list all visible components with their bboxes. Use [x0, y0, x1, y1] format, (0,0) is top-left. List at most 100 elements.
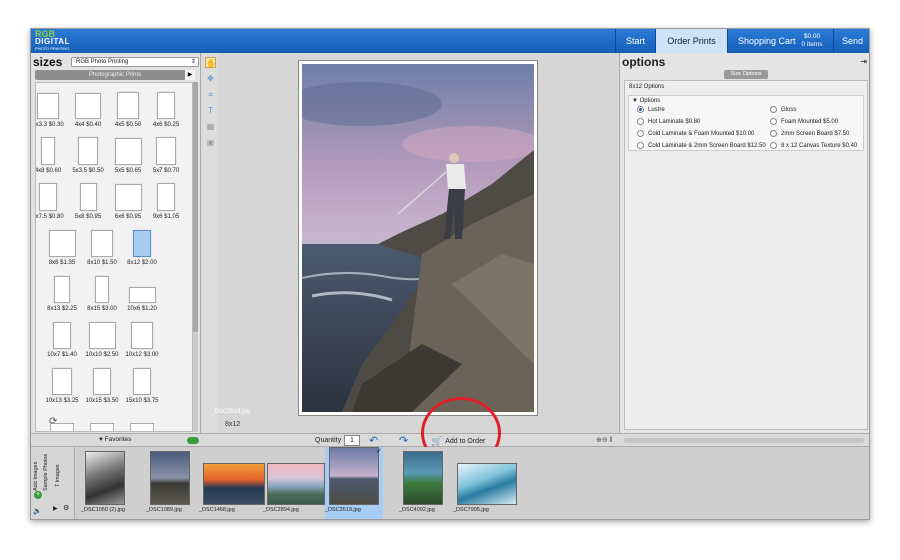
top-nav-bar: RGB DIGITAL PHOTO PRINTING Start Order P…: [31, 29, 869, 53]
option-label: 8 x 12 Canvas Texture $0.40: [781, 142, 858, 149]
size-option[interactable]: 8x12 $2.00: [123, 230, 161, 266]
size-option[interactable]: 4x3.3 $0.30: [36, 93, 67, 128]
toggle-switch[interactable]: [187, 437, 199, 444]
play-icon[interactable]: ▶: [185, 70, 195, 80]
film-thumbnail[interactable]: _DSC1050 (2).jpg: [81, 447, 129, 519]
thumbnail-filename: _DSC3519.jpg: [325, 507, 361, 513]
size-option[interactable]: 6x6 $0.95: [109, 184, 147, 220]
size-option[interactable]: 4x5 $0.50: [109, 92, 147, 128]
options-group-toggle[interactable]: ▼ Options: [632, 98, 660, 104]
undo-icon[interactable]: ↶: [369, 434, 378, 447]
option-label: Cold Laminate & Foam Mounted $10.00: [648, 130, 755, 137]
expand-arrow-icon[interactable]: ▶: [53, 505, 58, 512]
option-radio[interactable]: Lustre: [637, 106, 665, 113]
film-thumbnail[interactable]: _DSC7905.jpg: [453, 447, 521, 519]
speaker-icon[interactable]: 🔈: [33, 507, 42, 515]
film-thumbnail[interactable]: _DSC4092.jpg: [399, 447, 447, 519]
photo-preview[interactable]: [302, 64, 534, 412]
album-name[interactable]: Sample Photos: [43, 454, 49, 491]
size-option[interactable]: 8x15 $3.00: [83, 276, 121, 312]
size-option[interactable]: 10x13 $3.25: [43, 368, 81, 404]
nav-shopping-cart[interactable]: Shopping Cart $0.00 0 items: [727, 29, 833, 53]
quantity-field[interactable]: 1: [344, 435, 360, 446]
redo-icon[interactable]: ↷: [399, 434, 408, 447]
size-thumbnail-partial[interactable]: [130, 423, 154, 431]
radio-button[interactable]: [770, 142, 777, 149]
size-option[interactable]: 5x3.5 $0.50: [69, 137, 107, 174]
size-option[interactable]: 4x6 $0.25: [147, 92, 185, 128]
nav-start[interactable]: Start: [615, 29, 655, 53]
layout-icon[interactable]: ▣: [205, 137, 216, 148]
size-label: 5x7.5 $0.80: [35, 214, 64, 220]
nav-order-prints[interactable]: Order Prints: [655, 29, 727, 53]
thumbnail-image: [85, 451, 125, 505]
size-thumbnail: [93, 368, 111, 395]
size-option[interactable]: 4x8 $0.60: [36, 137, 67, 174]
size-thumbnail: [114, 184, 142, 211]
size-thumbnail-partial[interactable]: [90, 423, 114, 431]
option-radio[interactable]: Cold Laminate & Foam Mounted $10.00: [637, 130, 754, 137]
option-radio[interactable]: Foam Mounted $5.00: [770, 118, 838, 125]
favorites-button[interactable]: ♥ Favorites: [99, 436, 131, 443]
size-option[interactable]: 10x15 $3.50: [83, 368, 121, 404]
size-option[interactable]: 5x7 $0.70: [147, 137, 185, 174]
rotate-icon[interactable]: ⟳: [49, 416, 57, 427]
radio-button[interactable]: [637, 118, 644, 125]
zoom-control-icon[interactable]: ⊕⊖ ‖: [596, 436, 613, 444]
option-radio[interactable]: 8 x 12 Canvas Texture $0.40: [770, 142, 857, 149]
check-icon: ✓: [376, 448, 382, 455]
size-option[interactable]: 10x10 $2.50: [83, 322, 121, 358]
option-radio[interactable]: 2mm Screen Board $7.50: [770, 130, 849, 137]
grid-icon[interactable]: ▦: [205, 121, 216, 132]
scrollbar-thumb[interactable]: [193, 82, 198, 332]
size-option[interactable]: 4x4 $0.40: [69, 93, 107, 128]
size-option[interactable]: 9x6 $1.05: [147, 183, 185, 220]
option-radio[interactable]: Hot Laminate $0.80: [637, 118, 700, 125]
zoom-slider[interactable]: [624, 438, 864, 443]
add-images-button[interactable]: +: [34, 491, 42, 499]
option-radio[interactable]: Cold Laminate & 2mm Screen Board $12.50: [637, 142, 766, 149]
option-radio[interactable]: Gloss: [770, 106, 796, 113]
option-label: Foam Mounted $5.00: [781, 118, 839, 125]
hand-tool-icon[interactable]: ✋: [205, 57, 216, 68]
radio-button[interactable]: [637, 106, 644, 113]
film-thumbnail[interactable]: _DSC3519.jpg ✓: [325, 447, 383, 519]
size-thumbnail: [133, 368, 151, 395]
sizes-scrollbar[interactable]: [193, 82, 198, 432]
radio-button[interactable]: [637, 130, 644, 137]
add-images-label[interactable]: Add Images: [33, 462, 39, 491]
size-option[interactable]: 8x13 $2.25: [43, 276, 81, 312]
size-thumbnail: [48, 230, 76, 257]
nav-send[interactable]: Send: [833, 29, 869, 53]
size-option[interactable]: 8x10 $1.50: [83, 230, 121, 266]
size-thumbnail: [131, 322, 153, 349]
size-option[interactable]: 10x12 $3.00: [123, 322, 161, 358]
size-thumbnail: [117, 92, 139, 119]
move-tool-icon[interactable]: ✥: [205, 73, 216, 84]
film-thumbnail[interactable]: _DSC1089.jpg: [146, 447, 194, 519]
radio-button[interactable]: [770, 118, 777, 125]
size-group-header[interactable]: Photographic Prints ▶: [35, 70, 195, 80]
film-thumbnail[interactable]: _DSC1468.jpg: [199, 447, 269, 519]
radio-button[interactable]: [770, 130, 777, 137]
option-label: Hot Laminate $0.80: [648, 118, 701, 125]
product-select[interactable]: RGB Photo Printing ⇕: [71, 57, 199, 67]
size-option[interactable]: 8x8 $1.35: [43, 230, 81, 266]
text-tool-icon[interactable]: T: [205, 105, 216, 116]
size-option[interactable]: 10x7 $1.40: [43, 322, 81, 358]
gear-icon[interactable]: ⚙: [63, 504, 69, 512]
option-label: 2mm Screen Board $7.50: [781, 130, 850, 137]
film-thumbnail[interactable]: _DSC2894.jpg: [263, 447, 329, 519]
size-option[interactable]: 15x10 $3.75: [123, 368, 161, 404]
crop-tool-icon[interactable]: ⌗: [205, 89, 216, 100]
radio-button[interactable]: [770, 106, 777, 113]
panel-export-icon[interactable]: ⇥: [860, 57, 867, 66]
filmstrip: Add Images Sample Photos 7 Images + 🔈 ▶ …: [31, 447, 869, 519]
size-option[interactable]: 10x6 $1.20: [123, 287, 161, 312]
size-option[interactable]: 5x8 $0.95: [69, 183, 107, 220]
radio-button[interactable]: [637, 142, 644, 149]
size-label: 10x6 $1.20: [127, 306, 157, 312]
tab-size-options[interactable]: Size Options: [724, 70, 768, 79]
size-option[interactable]: 5x5 $0.65: [109, 138, 147, 174]
size-option[interactable]: 5x7.5 $0.80: [35, 183, 67, 220]
